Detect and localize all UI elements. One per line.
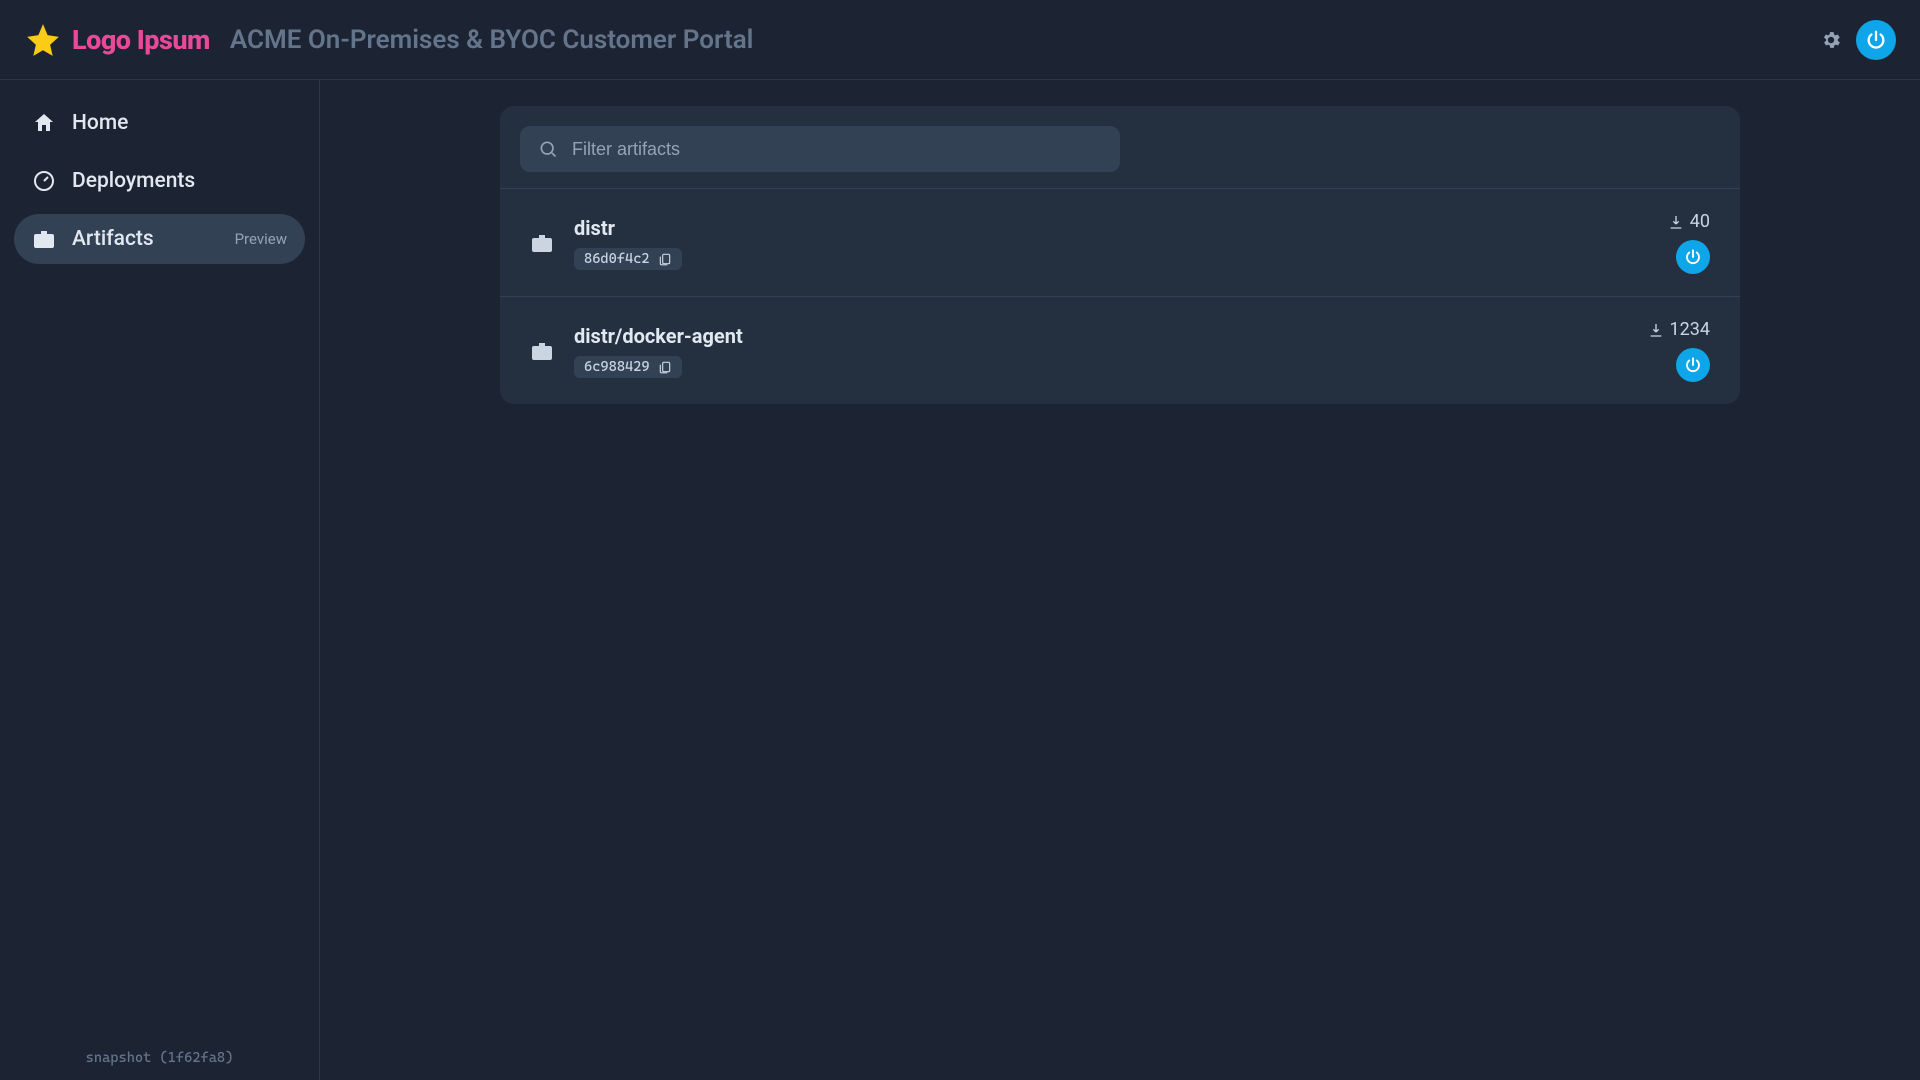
search-icon [538,139,558,159]
download-icon [1668,214,1684,230]
page-title: ACME On-Premises & BYOC Customer Portal [230,25,754,55]
sidebar-item-home[interactable]: Home [14,98,305,148]
brand-logo[interactable]: Logo Ipsum [24,21,210,59]
main-content: distr 86d0f4c2 40 [320,80,1920,1080]
power-icon [1865,29,1887,51]
filter-input-wrap[interactable] [520,126,1120,172]
artifact-name: distr [574,216,1668,240]
clipboard-icon[interactable] [658,360,672,374]
artifact-info: distr 86d0f4c2 [574,216,1668,270]
artifact-info: distr/docker-agent 6c988429 [574,324,1648,378]
dashboard-icon [32,169,56,193]
star-icon [24,21,62,59]
sidebar-item-label: Artifacts [72,227,219,251]
app-header: Logo Ipsum ACME On-Premises & BYOC Custo… [0,0,1920,80]
user-avatar[interactable] [1856,20,1896,60]
sidebar-item-deployments[interactable]: Deployments [14,156,305,206]
snapshot-version: snapshot (1f62fa8) [0,1050,319,1066]
hash-value: 6c988429 [584,359,650,375]
sidebar-item-artifacts[interactable]: Artifacts Preview [14,214,305,264]
sidebar: Home Deployments Artifacts Preview snaps… [0,80,320,1080]
hash-badge: 6c988429 [574,356,682,378]
header-left: Logo Ipsum ACME On-Premises & BYOC Custo… [24,21,753,59]
hash-badge: 86d0f4c2 [574,248,682,270]
download-count: 40 [1668,211,1710,232]
artifact-meta: 40 [1668,211,1710,274]
artifacts-panel: distr 86d0f4c2 40 [500,106,1740,404]
sidebar-item-label: Home [72,111,287,135]
power-icon [1684,356,1702,374]
artifact-row[interactable]: distr 86d0f4c2 40 [500,188,1740,296]
artifact-meta: 1234 [1648,319,1710,382]
sidebar-item-label: Deployments [72,169,287,193]
download-icon [1648,322,1664,338]
artifact-avatar[interactable] [1676,348,1710,382]
artifact-name: distr/docker-agent [574,324,1648,348]
header-right [1820,20,1896,60]
gear-icon[interactable] [1820,29,1842,51]
filter-input[interactable] [558,139,1102,160]
download-count: 1234 [1648,319,1710,340]
hash-value: 86d0f4c2 [584,251,650,267]
brand-name: Logo Ipsum [72,24,210,56]
filter-row [500,106,1740,188]
download-number: 40 [1690,211,1710,232]
download-number: 1234 [1670,319,1710,340]
home-icon [32,111,56,135]
briefcase-icon [32,227,56,251]
briefcase-icon [530,231,554,255]
briefcase-icon [530,339,554,363]
power-icon [1684,248,1702,266]
preview-badge: Preview [235,230,287,248]
artifact-avatar[interactable] [1676,240,1710,274]
clipboard-icon[interactable] [658,252,672,266]
artifact-row[interactable]: distr/docker-agent 6c988429 1234 [500,296,1740,404]
